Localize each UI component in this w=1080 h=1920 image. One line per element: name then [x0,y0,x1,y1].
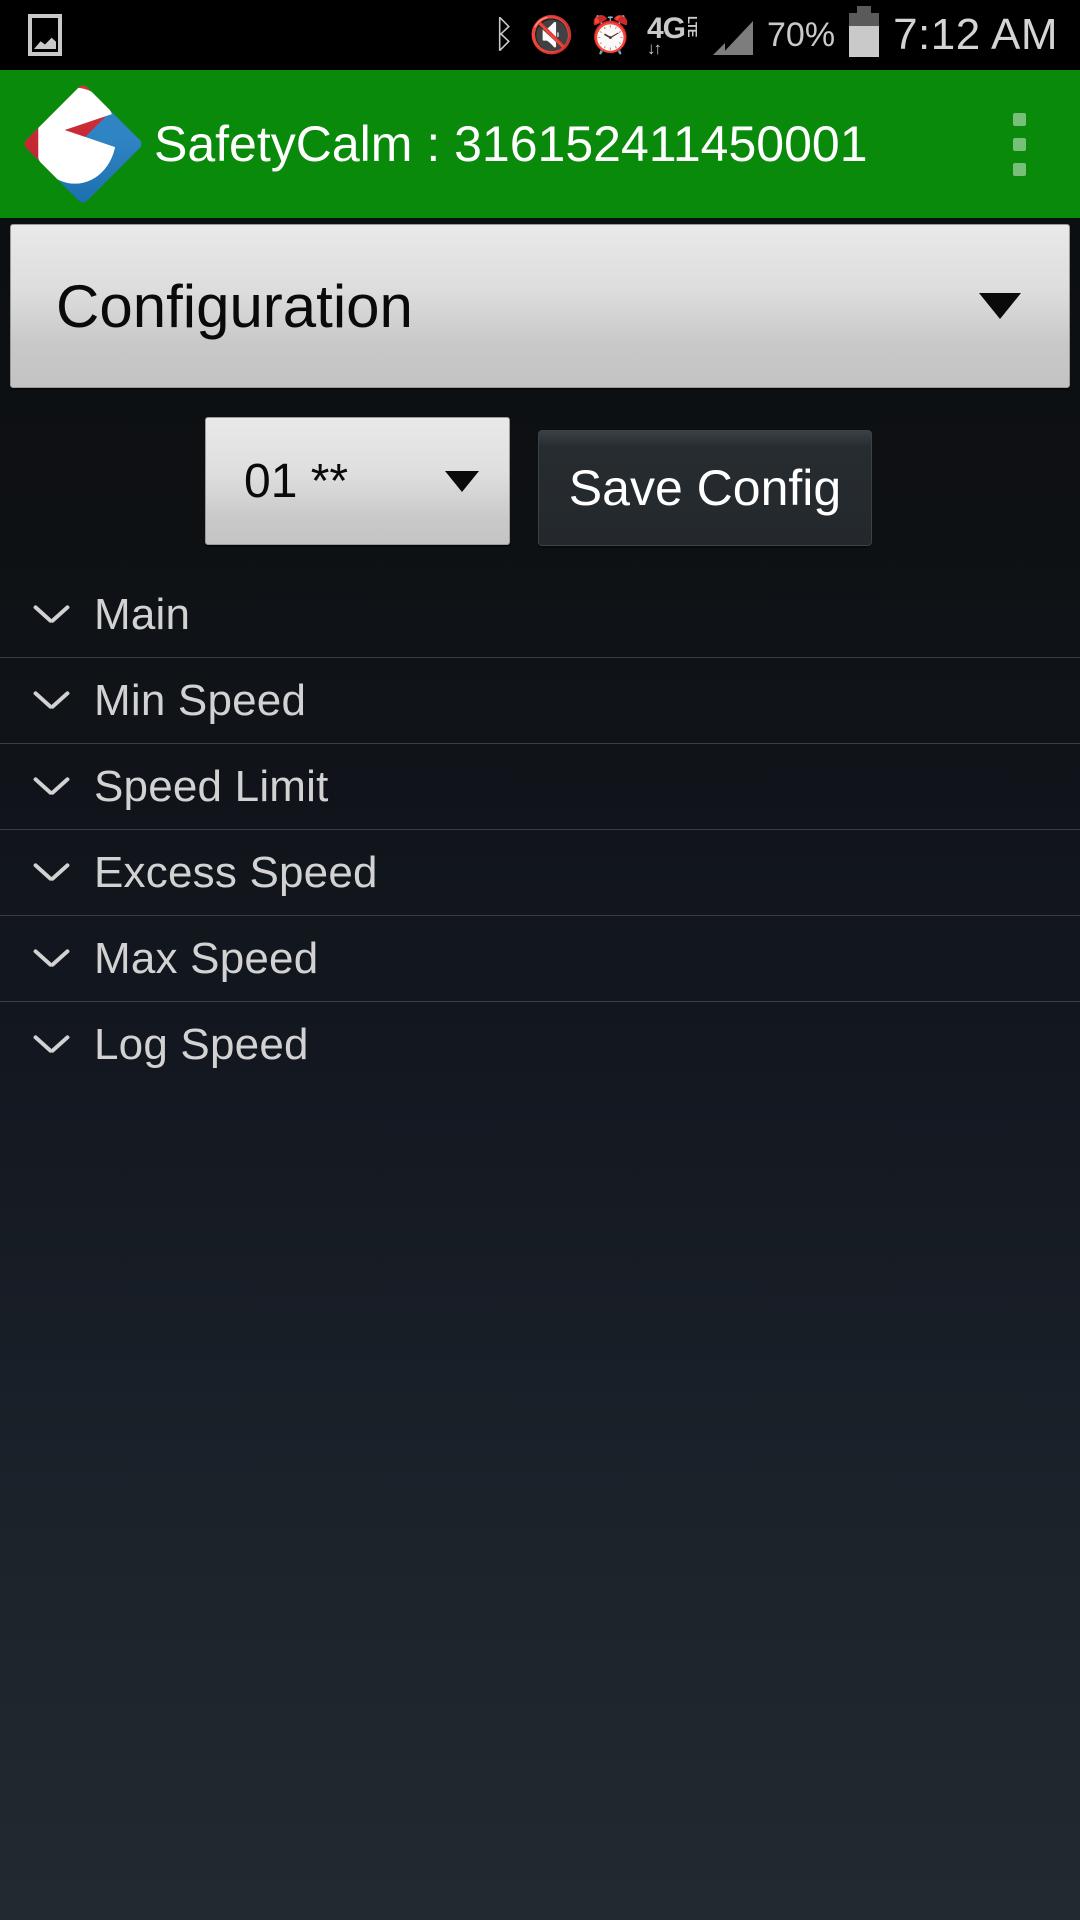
config-slot-spinner-value: 01 ** [244,454,349,508]
list-item-label: Main [94,589,191,639]
list-item-speed-limit[interactable]: Speed Limit [0,744,1080,830]
status-bar-system-icons: ᛒ 🔇 ⏰ 4G LTE ↓↑ 70% 7:12 AM [492,6,1080,60]
list-item-label: Excess Speed [94,847,378,897]
list-item-label: Max Speed [94,933,319,983]
network-4glte-icon: 4G LTE ↓↑ [646,13,700,58]
chevron-down-icon [30,850,76,896]
config-slot-row: 01 ** Save Config [0,412,1080,552]
chevron-down-icon [30,764,76,810]
list-item-label: Log Speed [94,1020,309,1069]
list-item-max-speed[interactable]: Max Speed [0,916,1080,1002]
list-item-label: Min Speed [94,675,307,725]
bluetooth-icon: ᛒ [492,14,516,56]
chevron-down-icon [30,592,76,638]
save-config-button[interactable]: Save Config [538,430,872,546]
network-subtype-label: LTE [685,15,700,37]
battery-icon [849,6,880,57]
overflow-dot-icon [1013,137,1026,151]
config-slot-spinner[interactable]: 01 ** [205,417,510,545]
image-notification-icon [28,14,62,56]
overflow-menu-button[interactable] [997,99,1042,190]
alarm-icon: ⏰ [588,14,633,55]
list-item-log-speed[interactable]: Log Speed [0,1002,1080,1088]
overflow-dot-icon [1013,162,1026,176]
safetycalm-logo-icon [22,83,144,205]
action-bar: SafetyCalm : 316152411450001 [0,70,1080,218]
list-item-label: Speed Limit [94,761,329,811]
chevron-down-icon [30,1022,76,1068]
clock-label: 7:12 AM [893,10,1058,59]
signal-strength-icon [713,15,753,55]
chevron-down-icon [979,293,1021,319]
chevron-down-icon [30,678,76,724]
data-transfer-arrows-icon: ↓↑ [646,38,662,58]
mute-vibrate-icon: 🔇 [529,14,575,55]
app-title: SafetyCalm : 316152411450001 [154,116,868,172]
app-screen: ᛒ 🔇 ⏰ 4G LTE ↓↑ 70% 7:12 AM SafetyCalm :… [0,0,1080,1920]
overflow-dot-icon [1013,112,1026,126]
list-item-main[interactable]: Main [0,572,1080,658]
battery-percent-label: 70% [767,15,836,54]
chevron-down-icon [445,470,479,492]
status-bar-notifications [0,14,62,56]
logo-white-wave-shape [33,87,116,183]
status-bar: ᛒ 🔇 ⏰ 4G LTE ↓↑ 70% 7:12 AM [0,0,1080,70]
chevron-down-icon [30,936,76,982]
configuration-spinner-value: Configuration [56,272,413,340]
config-section-list: Main Min Speed Speed Limit Excess Speed … [0,572,1080,1088]
list-item-min-speed[interactable]: Min Speed [0,658,1080,744]
list-item-excess-speed[interactable]: Excess Speed [0,830,1080,916]
configuration-spinner[interactable]: Configuration [10,224,1070,388]
